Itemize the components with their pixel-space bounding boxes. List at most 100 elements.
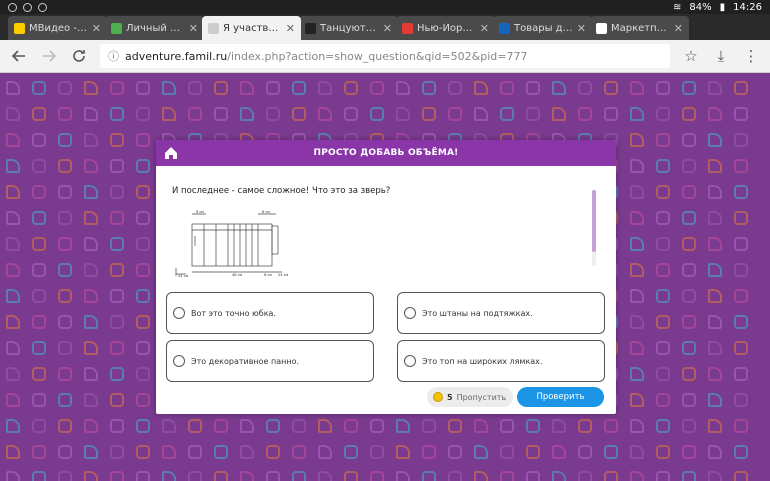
close-icon[interactable]: ✕ [286,22,295,35]
pattern-icon [58,81,72,95]
pattern-icon [370,81,384,95]
pattern-icon [370,471,384,481]
pattern-icon [396,81,410,95]
pattern-icon [734,471,748,481]
pattern-icon [604,419,618,433]
pattern-icon [396,445,410,459]
answer-option-2[interactable]: Это штаны на подтяжках. [397,292,605,334]
battery-icon: ▮ [719,1,726,13]
pattern-icon [32,289,46,303]
radio-button[interactable] [173,355,185,367]
pattern-icon [162,471,176,481]
scrollbar-thumb[interactable] [592,190,596,252]
home-icon[interactable] [163,145,179,161]
info-icon[interactable]: ⓘ [108,48,119,64]
svg-text:24 см: 24 см [278,273,288,277]
pattern-icon [656,315,670,329]
pattern-icon [136,341,150,355]
pattern-icon [708,471,722,481]
pattern-icon [734,81,748,95]
pattern-icon [240,471,254,481]
radio-button[interactable] [404,355,416,367]
check-button[interactable]: Проверить [517,387,604,407]
pattern-icon [682,419,696,433]
pattern-icon [84,211,98,225]
pattern-icon [656,341,670,355]
pattern-icon [110,133,124,147]
answer-label: Это топ на широких лямках. [422,356,543,366]
pattern-icon [84,445,98,459]
browser-tab-active[interactable]: Я участвую в в ✕ [202,16,301,40]
skip-button[interactable]: 5 Пропустить [427,387,513,407]
star-icon: ☆ [684,47,698,65]
browser-tab[interactable]: Маркетплейс д ✕ [590,16,689,40]
pattern-icon [136,471,150,481]
answer-option-3[interactable]: Это декоративное панно. [166,340,374,382]
svg-text:6 см: 6 см [264,273,272,277]
pattern-icon [500,471,514,481]
pattern-icon [266,445,280,459]
pattern-icon [6,81,20,95]
pattern-icon [58,133,72,147]
close-icon[interactable]: ✕ [189,22,198,35]
pattern-icon [474,107,488,121]
browser-tab[interactable]: Нью-Йоркский ✕ [396,16,495,40]
pattern-icon [58,393,72,407]
pattern-icon [214,471,228,481]
browser-tab[interactable]: Товары для ма ✕ [493,16,592,40]
download-button[interactable]: ⤓ [708,43,734,69]
close-icon[interactable]: ✕ [480,22,489,35]
pattern-icon [526,81,540,95]
pattern-icon [656,393,670,407]
pattern-icon [734,315,748,329]
pattern-icon [448,471,462,481]
pattern-icon [734,367,748,381]
pattern-icon [656,237,670,251]
pattern-icon [344,107,358,121]
close-icon[interactable]: ✕ [383,22,392,35]
svg-text:24 см: 24 см [178,274,188,278]
forward-button[interactable] [36,43,62,69]
pattern-icon [604,107,618,121]
pattern-icon [734,133,748,147]
pattern-icon [292,419,306,433]
pattern-icon [84,419,98,433]
bookmark-button[interactable]: ☆ [678,43,704,69]
answer-option-4[interactable]: Это топ на широких лямках. [397,340,605,382]
radio-button[interactable] [173,307,185,319]
pattern-icon [708,185,722,199]
pattern-icon [6,159,20,173]
pattern-icon [682,159,696,173]
browser-tab[interactable]: МВидео - Пр ✕ [8,16,107,40]
pattern-icon [734,211,748,225]
pattern-icon [214,107,228,121]
close-icon[interactable]: ✕ [674,22,683,35]
favicon-icon [111,22,122,34]
question-text: И последнее - самое сложное! Что это за … [172,186,391,196]
pattern-icon [448,81,462,95]
pattern-icon [656,211,670,225]
dialog-header: ПРОСТО ДОБАВЬ ОБЪЁМА! [156,140,616,166]
radio-button[interactable] [404,307,416,319]
close-icon[interactable]: ✕ [92,22,101,35]
pattern-icon [630,367,644,381]
pattern-icon [266,107,280,121]
reload-button[interactable] [66,43,92,69]
pattern-icon [422,445,436,459]
pattern-icon [708,107,722,121]
pattern-icon [214,81,228,95]
pattern-icon [136,81,150,95]
back-button[interactable] [6,43,32,69]
close-icon[interactable]: ✕ [577,22,586,35]
pattern-icon [344,81,358,95]
address-bar[interactable]: ⓘ adventure.famil.ru/index.php?action=sh… [100,44,670,68]
browser-tab[interactable]: Танцуют все! б ✕ [299,16,398,40]
pattern-icon [6,393,20,407]
answer-option-1[interactable]: Вот это точно юбка. [166,292,374,334]
pattern-icon [708,419,722,433]
pattern-icon [682,367,696,381]
menu-button[interactable]: ⋮ [738,43,764,69]
pattern-icon [656,107,670,121]
browser-tab[interactable]: Личный кабине ✕ [105,16,204,40]
pattern-icon [630,185,644,199]
